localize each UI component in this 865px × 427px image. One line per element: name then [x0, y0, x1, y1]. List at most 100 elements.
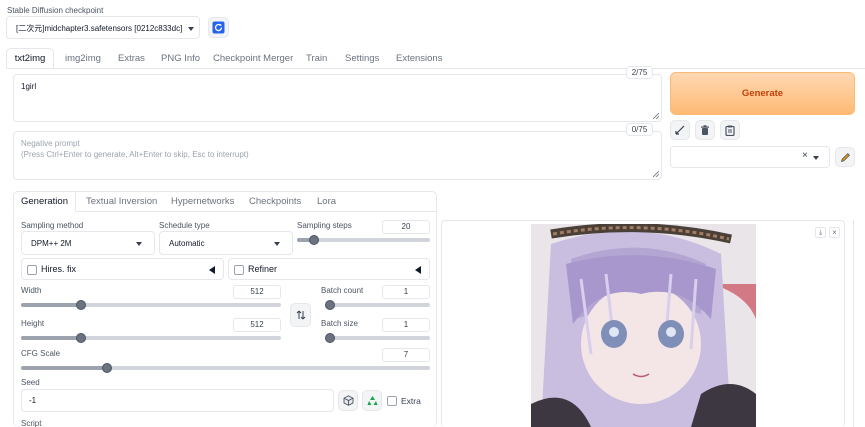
slider-thumb[interactable] — [101, 363, 112, 373]
refiner-label: Refiner — [248, 264, 278, 274]
tab-checkpoints[interactable]: Checkpoints — [249, 196, 301, 207]
main-tab-bar: txt2img img2img Extras PNG Info Checkpoi… — [6, 48, 660, 69]
chevron-down-icon — [274, 242, 280, 246]
seed-label: Seed — [21, 378, 40, 387]
generate-button[interactable]: Generate — [670, 72, 855, 115]
reuse-seed-button[interactable] — [362, 390, 382, 411]
close-icon[interactable]: × — [829, 227, 840, 238]
clipboard-icon — [725, 125, 735, 136]
checkpoint-value: [二次元]midchapter3.safetensors [0212c833dc… — [16, 24, 183, 33]
clear-prompt-button[interactable] — [695, 120, 715, 140]
negative-prompt-hint: (Press Ctrl+Enter to generate, Alt+Enter… — [21, 150, 249, 159]
resize-handle-icon[interactable] — [653, 171, 659, 177]
dice-icon — [343, 395, 353, 406]
sampling-method-value: DPM++ 2M — [31, 239, 72, 248]
sampling-steps-label: Sampling steps — [297, 221, 352, 230]
apply-styles-button[interactable] — [670, 120, 690, 140]
refiner-checkbox[interactable] — [234, 265, 244, 275]
width-label: Width — [21, 286, 42, 295]
tab-train[interactable]: Train — [306, 53, 327, 64]
prompt-token-counter: 2/75 — [626, 66, 653, 79]
hires-fix-accordion[interactable]: Hires. fix — [21, 258, 224, 280]
batch-size-input[interactable]: 1 — [382, 318, 430, 332]
checkpoint-label: Stable Diffusion checkpoint — [7, 6, 104, 15]
batch-size-label: Batch size — [321, 319, 358, 328]
hires-fix-checkbox[interactable] — [27, 265, 37, 275]
sampling-method-select[interactable]: DPM++ 2M — [21, 231, 155, 255]
chevron-down-icon — [813, 156, 819, 160]
chevron-down-icon — [188, 27, 194, 31]
tab-checkpoint-merger[interactable]: Checkpoint Merger — [213, 53, 293, 64]
seed-input[interactable]: -1 — [21, 389, 334, 412]
tab-extensions[interactable]: Extensions — [396, 53, 442, 64]
prompt-text: 1girl — [21, 82, 37, 91]
styles-select[interactable]: × — [670, 146, 830, 168]
cfg-scale-input[interactable]: 7 — [382, 348, 430, 362]
script-label: Script — [21, 419, 42, 427]
refresh-icon — [212, 21, 225, 34]
seed-value: -1 — [29, 396, 37, 405]
prompt-textarea[interactable]: 1girl — [13, 74, 662, 122]
tab-extras[interactable]: Extras — [118, 53, 145, 64]
cfg-scale-slider[interactable] — [21, 363, 430, 373]
schedule-type-select[interactable]: Automatic — [159, 231, 293, 255]
collapse-arrow-icon — [209, 266, 215, 274]
tab-lora[interactable]: Lora — [317, 196, 336, 207]
refiner-accordion[interactable]: Refiner — [228, 258, 430, 280]
extra-seed-label: Extra — [401, 396, 421, 406]
slider-thumb[interactable] — [325, 300, 335, 310]
chevron-down-icon — [136, 242, 142, 246]
generated-image[interactable] — [531, 224, 756, 427]
edit-styles-button[interactable] — [835, 147, 855, 167]
slider-thumb[interactable] — [75, 300, 86, 310]
swap-icon — [296, 310, 305, 320]
checkpoint-select[interactable]: [二次元]midchapter3.safetensors [0212c833dc… — [6, 16, 200, 39]
slider-thumb[interactable] — [325, 333, 335, 343]
tab-txt2img[interactable]: txt2img — [6, 48, 54, 69]
trash-icon — [701, 124, 709, 135]
extra-seed-checkbox[interactable] — [387, 396, 397, 406]
batch-count-input[interactable]: 1 — [382, 285, 430, 299]
anime-girl-illustration — [531, 224, 756, 427]
slider-fill — [21, 336, 81, 340]
batch-count-label: Batch count — [321, 286, 364, 295]
tab-generation[interactable]: Generation — [13, 191, 76, 212]
download-icon[interactable]: ⤓ — [815, 227, 826, 238]
height-slider[interactable] — [21, 333, 281, 343]
tab-img2img[interactable]: img2img — [65, 53, 101, 64]
refresh-checkpoint-button[interactable] — [208, 17, 229, 38]
pencil-icon — [840, 152, 850, 162]
sub-tab-divider — [76, 211, 437, 212]
tab-png-info[interactable]: PNG Info — [161, 53, 200, 64]
tab-textual-inversion[interactable]: Textual Inversion — [86, 196, 157, 207]
panel-edge — [853, 220, 865, 427]
slider-fill — [21, 366, 107, 370]
sampling-steps-slider[interactable] — [297, 235, 430, 245]
random-seed-button[interactable] — [338, 390, 358, 411]
hires-fix-label: Hires. fix — [41, 264, 77, 274]
sampling-steps-input[interactable]: 20 — [382, 220, 430, 234]
recycle-icon — [367, 396, 377, 405]
batch-size-slider[interactable] — [325, 333, 430, 343]
negative-prompt-textarea[interactable]: Negative prompt (Press Ctrl+Enter to gen… — [13, 131, 662, 180]
sub-tab-bar: Generation Textual Inversion Hypernetwor… — [13, 191, 437, 212]
slider-thumb[interactable] — [75, 333, 86, 343]
paste-prompt-button[interactable] — [720, 120, 740, 140]
batch-count-slider[interactable] — [325, 300, 430, 310]
resize-handle-icon[interactable] — [653, 113, 659, 119]
tab-settings[interactable]: Settings — [345, 53, 379, 64]
swap-dimensions-button[interactable] — [290, 303, 311, 327]
schedule-type-value: Automatic — [169, 239, 205, 248]
collapse-arrow-icon — [415, 266, 421, 274]
height-input[interactable]: 512 — [233, 318, 281, 332]
cfg-scale-label: CFG Scale — [21, 349, 61, 358]
tab-hypernetworks[interactable]: Hypernetworks — [171, 196, 234, 207]
sampling-method-label: Sampling method — [21, 221, 84, 230]
negative-prompt-placeholder: Negative prompt — [21, 139, 80, 148]
schedule-type-label: Schedule type — [159, 221, 210, 230]
width-input[interactable]: 512 — [233, 285, 281, 299]
width-slider[interactable] — [21, 300, 281, 310]
clear-styles-icon[interactable]: × — [802, 150, 808, 161]
height-label: Height — [21, 319, 45, 328]
tab-divider — [6, 68, 865, 69]
